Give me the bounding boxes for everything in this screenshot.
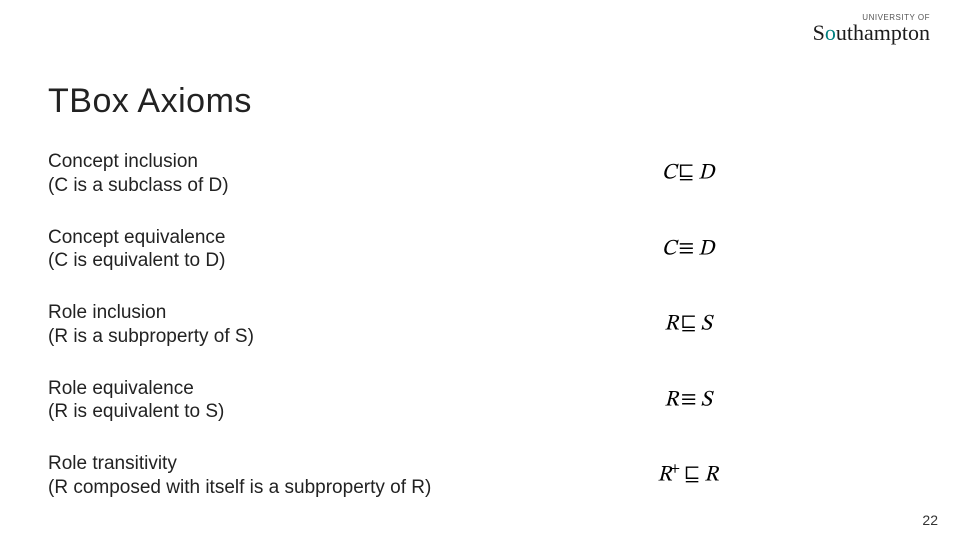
axiom-desc: Role transitivity (R composed with itsel…: [48, 452, 468, 500]
logo-pre: S: [813, 20, 825, 45]
axiom-name: Role inclusion: [48, 301, 468, 325]
axiom-explanation: (C is a subclass of D): [48, 174, 468, 198]
axiom-name: Concept inclusion: [48, 150, 468, 174]
formula-sup: +: [670, 462, 680, 476]
axiom-list: Concept inclusion (C is a subclass of D)…: [48, 150, 908, 500]
formula-op: ⊑: [674, 162, 698, 184]
axiom-desc: Role inclusion (R is a subproperty of S): [48, 301, 468, 349]
university-logo: UNIVERSITY OF Southampton: [813, 14, 930, 44]
axiom-row: Role transitivity (R composed with itsel…: [48, 452, 908, 500]
axiom-desc: Concept inclusion (C is a subclass of D): [48, 150, 468, 198]
axiom-formula: R+⊑R: [468, 452, 908, 489]
axiom-row: Role inclusion (R is a subproperty of S)…: [48, 301, 908, 349]
axiom-formula: C⊑D: [468, 150, 908, 187]
axiom-explanation: (R is a subproperty of S): [48, 325, 468, 349]
axiom-desc: Concept equivalence (C is equivalent to …: [48, 226, 468, 274]
axiom-formula: R≡S: [468, 377, 908, 414]
axiom-formula: R⊑S: [468, 301, 908, 338]
formula-rhs: S: [701, 389, 712, 411]
logo-accent: o: [825, 20, 836, 45]
axiom-explanation: (R composed with itself is a subproperty…: [48, 476, 468, 500]
axiom-row: Concept inclusion (C is a subclass of D)…: [48, 150, 908, 198]
formula-op: ⊑: [680, 464, 704, 486]
axiom-name: Concept equivalence: [48, 226, 468, 250]
formula-rhs: S: [701, 313, 712, 335]
logo-wordmark: Southampton: [813, 22, 930, 44]
axiom-explanation: (C is equivalent to D): [48, 249, 468, 273]
formula-op: ≡: [677, 389, 701, 411]
axiom-row: Concept equivalence (C is equivalent to …: [48, 226, 908, 274]
formula-op: ≡: [674, 238, 698, 260]
axiom-formula: C≡D: [468, 226, 908, 263]
formula-rhs: R: [704, 464, 719, 486]
axiom-desc: Role equivalence (R is equivalent to S): [48, 377, 468, 425]
axiom-name: Role equivalence: [48, 377, 468, 401]
slide-title: TBox Axioms: [48, 82, 252, 121]
page-number: 22: [922, 512, 938, 528]
axiom-name: Role transitivity: [48, 452, 468, 476]
logo-post: uthampton: [836, 20, 930, 45]
axiom-row: Role equivalence (R is equivalent to S) …: [48, 377, 908, 425]
formula-rhs: D: [698, 162, 714, 184]
axiom-explanation: (R is equivalent to S): [48, 400, 468, 424]
formula-rhs: D: [698, 238, 714, 260]
formula-op: ⊑: [677, 313, 701, 335]
